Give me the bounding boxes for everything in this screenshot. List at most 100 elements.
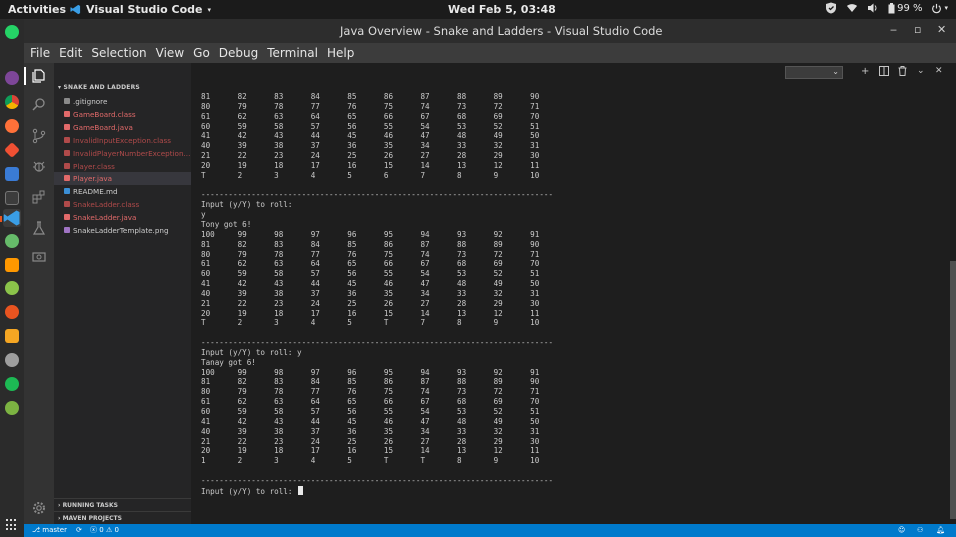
- terminal-prompt-line[interactable]: Input (y/Y) to roll:: [201, 485, 553, 496]
- menu-debug[interactable]: Debug: [219, 46, 258, 60]
- terminal-line: 21 22 23 24 25 26 27 28 29 30: [201, 298, 540, 308]
- terminal-icon[interactable]: [5, 191, 19, 205]
- activities-button[interactable]: Activities: [8, 3, 66, 16]
- terminal-line: 81 82 83 84 85 86 87 88 89 90: [201, 92, 540, 101]
- source-control-icon[interactable]: [31, 128, 47, 144]
- volume-icon[interactable]: [867, 2, 879, 14]
- firefox-icon[interactable]: [5, 119, 19, 133]
- thunderbird-icon[interactable]: [5, 167, 19, 181]
- explorer-file-item[interactable]: InvalidPlayerNumberException...: [54, 147, 191, 160]
- explorer-file-item[interactable]: GameBoard.class: [54, 108, 191, 121]
- atom-icon[interactable]: [5, 234, 19, 248]
- explorer-file-item[interactable]: README.md: [54, 185, 191, 198]
- explorer-file-item[interactable]: SnakeLadderTemplate.png: [54, 224, 191, 237]
- explorer-file-item[interactable]: .gitignore: [54, 95, 191, 108]
- power-icon[interactable]: ▾: [931, 3, 948, 14]
- menu-view[interactable]: View: [156, 46, 184, 60]
- terminal[interactable]: 81 82 83 84 85 86 87 88 89 90 80 79 78 77…: [191, 83, 956, 524]
- gnome-top-bar: Activities Visual Studio Code ▾ Wed Feb …: [0, 0, 956, 19]
- explorer-file-item[interactable]: GameBoard.java: [54, 121, 191, 134]
- menu-file[interactable]: File: [30, 46, 50, 60]
- text-editor-icon[interactable]: [5, 329, 19, 343]
- chevron-down-icon: ▾: [944, 4, 948, 12]
- add-terminal-icon[interactable]: +: [861, 66, 869, 77]
- maven-projects-section[interactable]: › MAVEN PROJECTS: [54, 511, 191, 524]
- menu-selection[interactable]: Selection: [91, 46, 146, 60]
- ubuntu-software-icon[interactable]: [5, 305, 19, 319]
- system-tray[interactable]: 99 % ▾: [825, 2, 948, 14]
- settings-gear-icon[interactable]: [31, 500, 47, 516]
- file-type-icon: [64, 227, 70, 233]
- split-terminal-icon[interactable]: [879, 66, 889, 79]
- terminal-line: 21 22 23 24 25 26 27 28 29 30: [201, 436, 540, 446]
- git-icon[interactable]: [4, 142, 20, 158]
- menu-help[interactable]: Help: [327, 46, 354, 60]
- close-panel-icon[interactable]: ✕: [935, 66, 943, 76]
- menu-terminal[interactable]: Terminal: [267, 46, 318, 60]
- live-share-icon[interactable]: ⚇: [917, 524, 923, 537]
- whatsapp-icon[interactable]: [5, 25, 19, 39]
- remote-icon[interactable]: [31, 249, 47, 265]
- help-icon[interactable]: [5, 401, 19, 415]
- git-branch[interactable]: ⎇ master: [32, 524, 67, 537]
- android-icon[interactable]: [5, 281, 19, 295]
- battery-icon[interactable]: 99 %: [888, 2, 922, 14]
- maximize-icon[interactable]: ▫: [914, 23, 921, 36]
- feedback-icon[interactable]: ☺: [898, 524, 905, 537]
- terminal-line: 41 42 43 44 45 46 47 48 49 50: [201, 279, 540, 289]
- explorer-folder-header[interactable]: ▾ SNAKE AND LADDERS: [58, 84, 140, 91]
- sync-icon[interactable]: ⟳: [76, 524, 82, 537]
- chevron-up-icon[interactable]: ⌄: [917, 66, 925, 76]
- menu-edit[interactable]: Edit: [59, 46, 82, 60]
- window-title-bar[interactable]: Java Overview - Snake and Ladders - Visu…: [24, 19, 956, 43]
- settings-icon[interactable]: [5, 353, 19, 367]
- explorer-file-item[interactable]: InvalidInputException.class: [54, 134, 191, 147]
- explorer-file-item[interactable]: Player.java: [54, 172, 191, 186]
- vscode-dock-icon[interactable]: [3, 209, 21, 227]
- wifi-icon[interactable]: [846, 2, 858, 14]
- extensions-icon[interactable]: [31, 189, 47, 205]
- explorer-file-item[interactable]: SnakeLadder.java: [54, 211, 191, 224]
- file-type-icon: [64, 175, 70, 182]
- show-applications-icon[interactable]: [6, 519, 18, 531]
- kill-terminal-icon[interactable]: [898, 66, 907, 79]
- section-label: MAVEN PROJECTS: [62, 515, 122, 522]
- minimize-icon[interactable]: ‒: [890, 23, 897, 36]
- notifications-icon[interactable]: 🔔︎: [936, 524, 945, 537]
- desktop: Activities Visual Studio Code ▾ Wed Feb …: [0, 0, 956, 537]
- terminal-line: Input (y/Y) to roll:: [201, 200, 293, 210]
- search-icon[interactable]: [31, 96, 47, 112]
- sublime-icon[interactable]: [5, 258, 19, 272]
- spotify-icon[interactable]: [5, 377, 19, 391]
- running-tasks-section[interactable]: › RUNNING TASKS: [54, 498, 191, 511]
- vscode-logo-icon: [70, 4, 81, 15]
- activity-bar: [24, 63, 54, 524]
- app-menu[interactable]: Visual Studio Code ▾: [70, 3, 211, 16]
- file-type-icon: [64, 136, 70, 143]
- tor-browser-icon[interactable]: [5, 71, 19, 85]
- debug-icon[interactable]: [31, 158, 47, 174]
- file-name: GameBoard.class: [73, 109, 136, 119]
- terminal-line: 60 59 58 57 56 55 54 53 52 51: [201, 407, 540, 416]
- terminal-line: 80 79 78 77 76 75 74 73 72 71: [201, 101, 540, 111]
- chrome-icon[interactable]: [5, 95, 19, 109]
- close-icon[interactable]: ✕: [937, 23, 946, 36]
- problems-indicator[interactable]: ⓧ 0 ⚠ 0: [90, 524, 119, 537]
- menu-go[interactable]: Go: [193, 46, 210, 60]
- terminal-selector-dropdown[interactable]: ⌄: [785, 66, 843, 79]
- explorer-file-item[interactable]: Player.class: [54, 160, 191, 173]
- shield-icon[interactable]: [825, 2, 837, 14]
- explorer-icon[interactable]: [31, 68, 47, 84]
- terminal-scrollbar[interactable]: [950, 261, 956, 519]
- test-icon[interactable]: [31, 220, 47, 236]
- terminal-line: 60 59 58 57 56 55 54 53 52 51: [201, 269, 540, 279]
- explorer-file-item[interactable]: SnakeLadder.class: [54, 198, 191, 211]
- terminal-line: 1 2 3 4 5 T T 8 9 10: [201, 456, 540, 466]
- error-icon: ⓧ: [90, 526, 97, 534]
- terminal-line: 41 42 43 44 45 46 47 48 49 50: [201, 131, 540, 141]
- terminal-line: 21 22 23 24 25 26 27 28 29 30: [201, 151, 540, 161]
- clock[interactable]: Wed Feb 5, 03:48: [448, 3, 556, 16]
- terminal-line: 81 82 83 84 85 86 87 88 89 90: [201, 239, 540, 249]
